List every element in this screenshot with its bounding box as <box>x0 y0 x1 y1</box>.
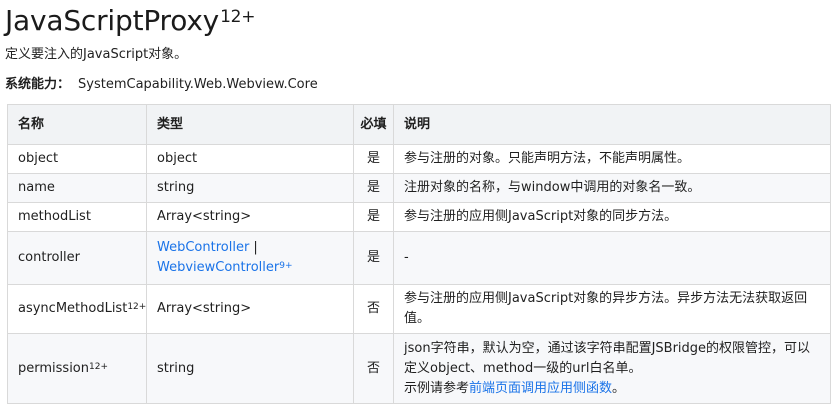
webviewcontroller-link-text: WebviewController <box>157 260 280 275</box>
header-name: 名称 <box>7 104 147 145</box>
example-link[interactable]: 前端页面调用应用侧函数 <box>469 381 612 396</box>
cell-name: object <box>7 144 147 174</box>
cell-description: - <box>393 231 831 285</box>
table-header-row: 名称 类型 必填 说明 <box>7 104 831 145</box>
page-title: JavaScriptProxy12+ <box>5 3 256 39</box>
capability-label: 系统能力： <box>5 77 71 92</box>
table-row: name string 是 注册对象的名称，与window中调用的对象名一致。 <box>7 173 831 203</box>
header-type: 类型 <box>146 104 354 145</box>
webviewcontroller-link[interactable]: WebviewController9+ <box>157 260 293 275</box>
version-badge: 12+ <box>89 361 108 372</box>
cell-description: 参与注册的应用侧JavaScript对象的异步方法。异步方法无法获取返回值。 <box>393 284 831 334</box>
header-required: 必填 <box>353 104 394 145</box>
cell-name: permission12+ <box>7 333 147 404</box>
cell-description: 参与注册的对象。只能声明方法，不能声明属性。 <box>393 144 831 174</box>
example-suffix: 。 <box>612 380 626 396</box>
version-badge: 9+ <box>279 261 293 271</box>
table-row: controller WebController | WebviewControl… <box>7 231 831 285</box>
table-row: object object 是 参与注册的对象。只能声明方法，不能声明属性。 <box>7 144 831 174</box>
cell-required: 是 <box>353 144 394 174</box>
cell-type: Array<string> <box>146 284 354 334</box>
version-badge: 12+ <box>127 302 147 312</box>
cell-name-text: permission <box>18 360 89 376</box>
cell-type: WebController | WebviewController9+ <box>146 231 354 285</box>
cell-description: 参与注册的应用侧JavaScript对象的同步方法。 <box>393 202 831 232</box>
cell-required: 否 <box>353 284 394 334</box>
table-row: permission12+ string 否 json字符串，默认为空，通过该字… <box>7 333 831 404</box>
cell-required: 是 <box>353 202 394 232</box>
cell-required: 否 <box>353 333 394 404</box>
page-title-text: JavaScriptProxy <box>5 4 220 37</box>
example-prefix: 示例请参考 <box>404 380 470 396</box>
description: 定义要注入的JavaScript对象。 <box>5 47 188 62</box>
type-separator: | <box>249 240 258 255</box>
cell-name-text: asyncMethodList <box>18 301 128 316</box>
version-badge: 12+ <box>220 7 256 27</box>
table-row: methodList Array<string> 是 参与注册的应用侧JavaS… <box>7 202 831 232</box>
table-row: asyncMethodList12+ Array<string> 否 参与注册的… <box>7 284 831 334</box>
cell-name: controller <box>7 231 147 285</box>
cell-required: 是 <box>353 173 394 203</box>
cell-name: methodList <box>7 202 147 232</box>
cell-name: name <box>7 173 147 203</box>
system-capability: 系统能力： SystemCapability.Web.Webview.Core <box>5 76 318 94</box>
webcontroller-link[interactable]: WebController <box>157 240 249 255</box>
cell-description: 注册对象的名称，与window中调用的对象名一致。 <box>393 173 831 203</box>
cell-type: Array<string> <box>146 202 354 232</box>
permission-description: json字符串，默认为空，通过该字符串配置JSBridge的权限管控，可以定义o… <box>404 340 811 376</box>
cell-type: string <box>146 333 354 404</box>
capability-value: SystemCapability.Web.Webview.Core <box>78 77 318 92</box>
parameter-table: 名称 类型 必填 说明 object object 是 参与注册的对象。只能声明… <box>7 104 831 404</box>
api-doc-page: JavaScriptProxy12+ 定义要注入的JavaScript对象。 系… <box>0 0 837 418</box>
cell-type: object <box>146 144 354 174</box>
cell-name: asyncMethodList12+ <box>7 284 147 334</box>
cell-description: json字符串，默认为空，通过该字符串配置JSBridge的权限管控，可以定义o… <box>393 333 831 404</box>
cell-required: 是 <box>353 231 394 285</box>
cell-type: string <box>146 173 354 203</box>
header-description: 说明 <box>393 104 831 145</box>
